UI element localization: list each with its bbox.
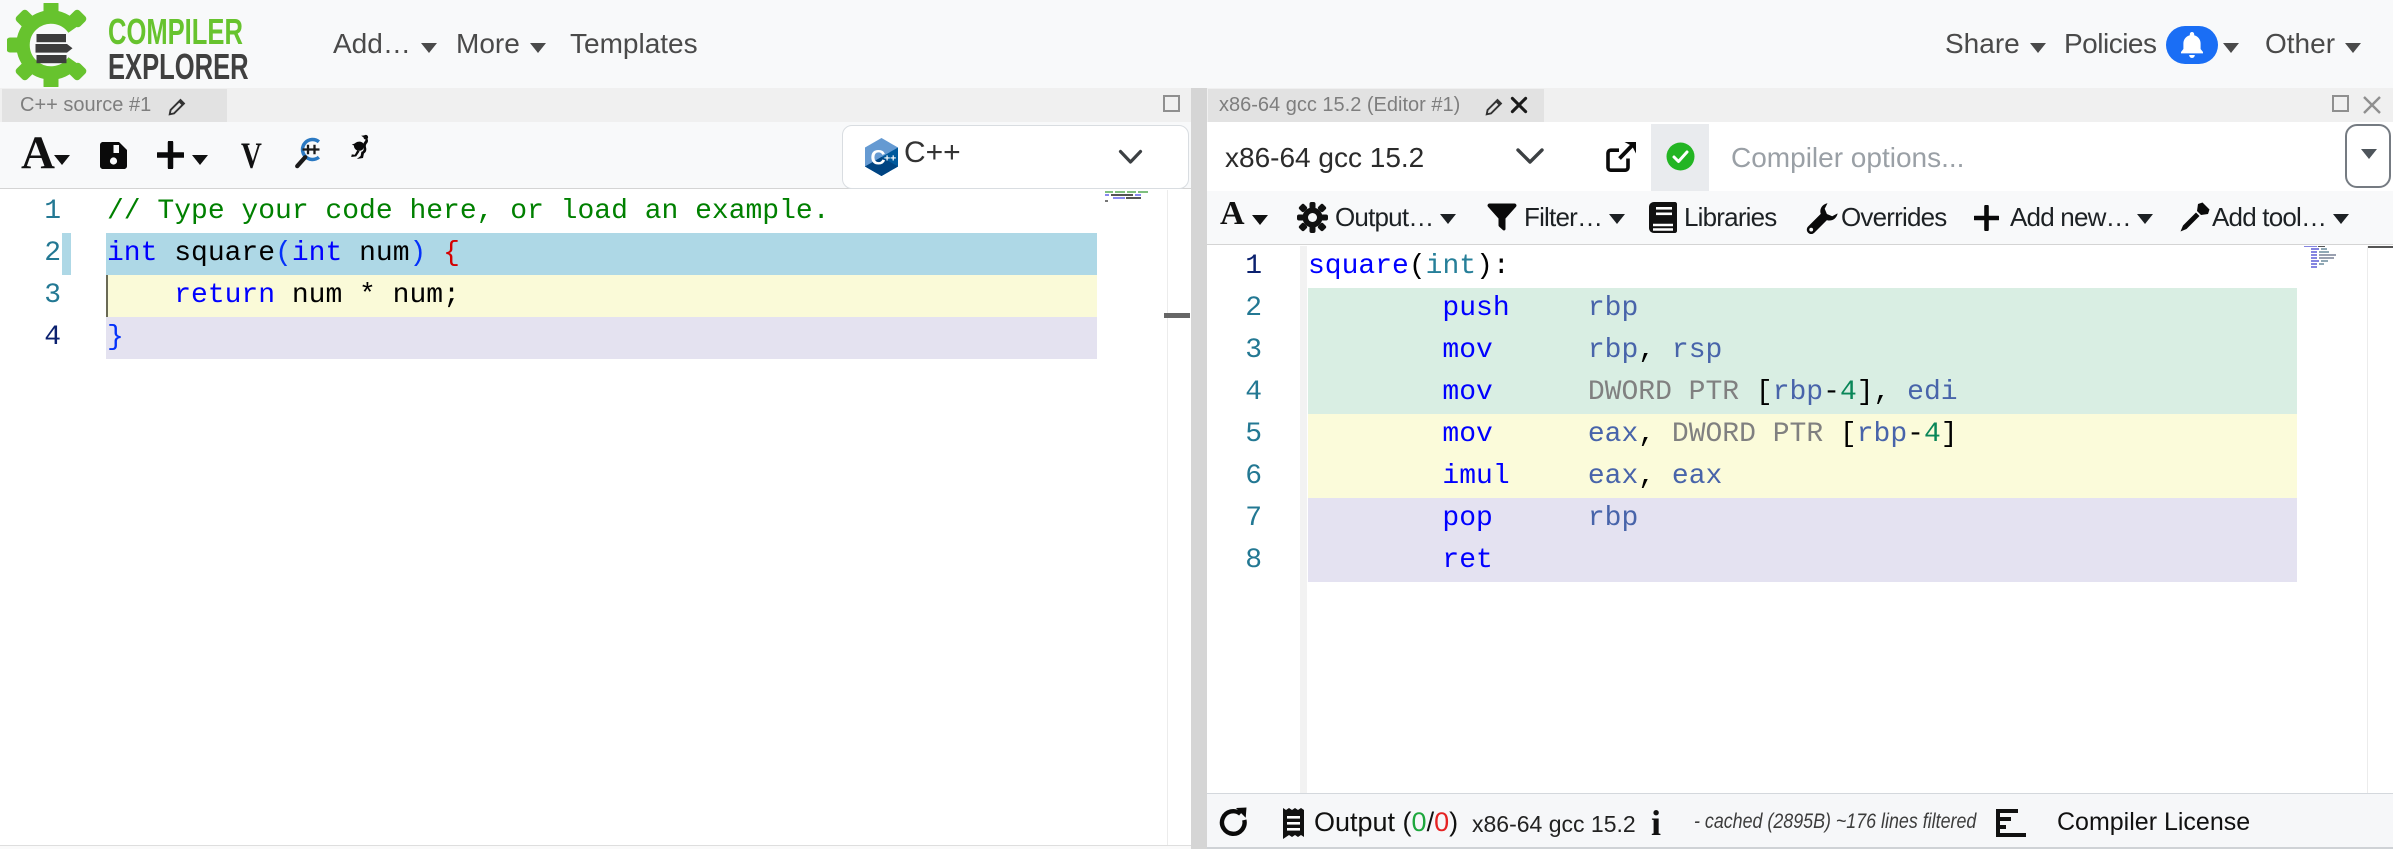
- svg-text:++: ++: [884, 153, 896, 165]
